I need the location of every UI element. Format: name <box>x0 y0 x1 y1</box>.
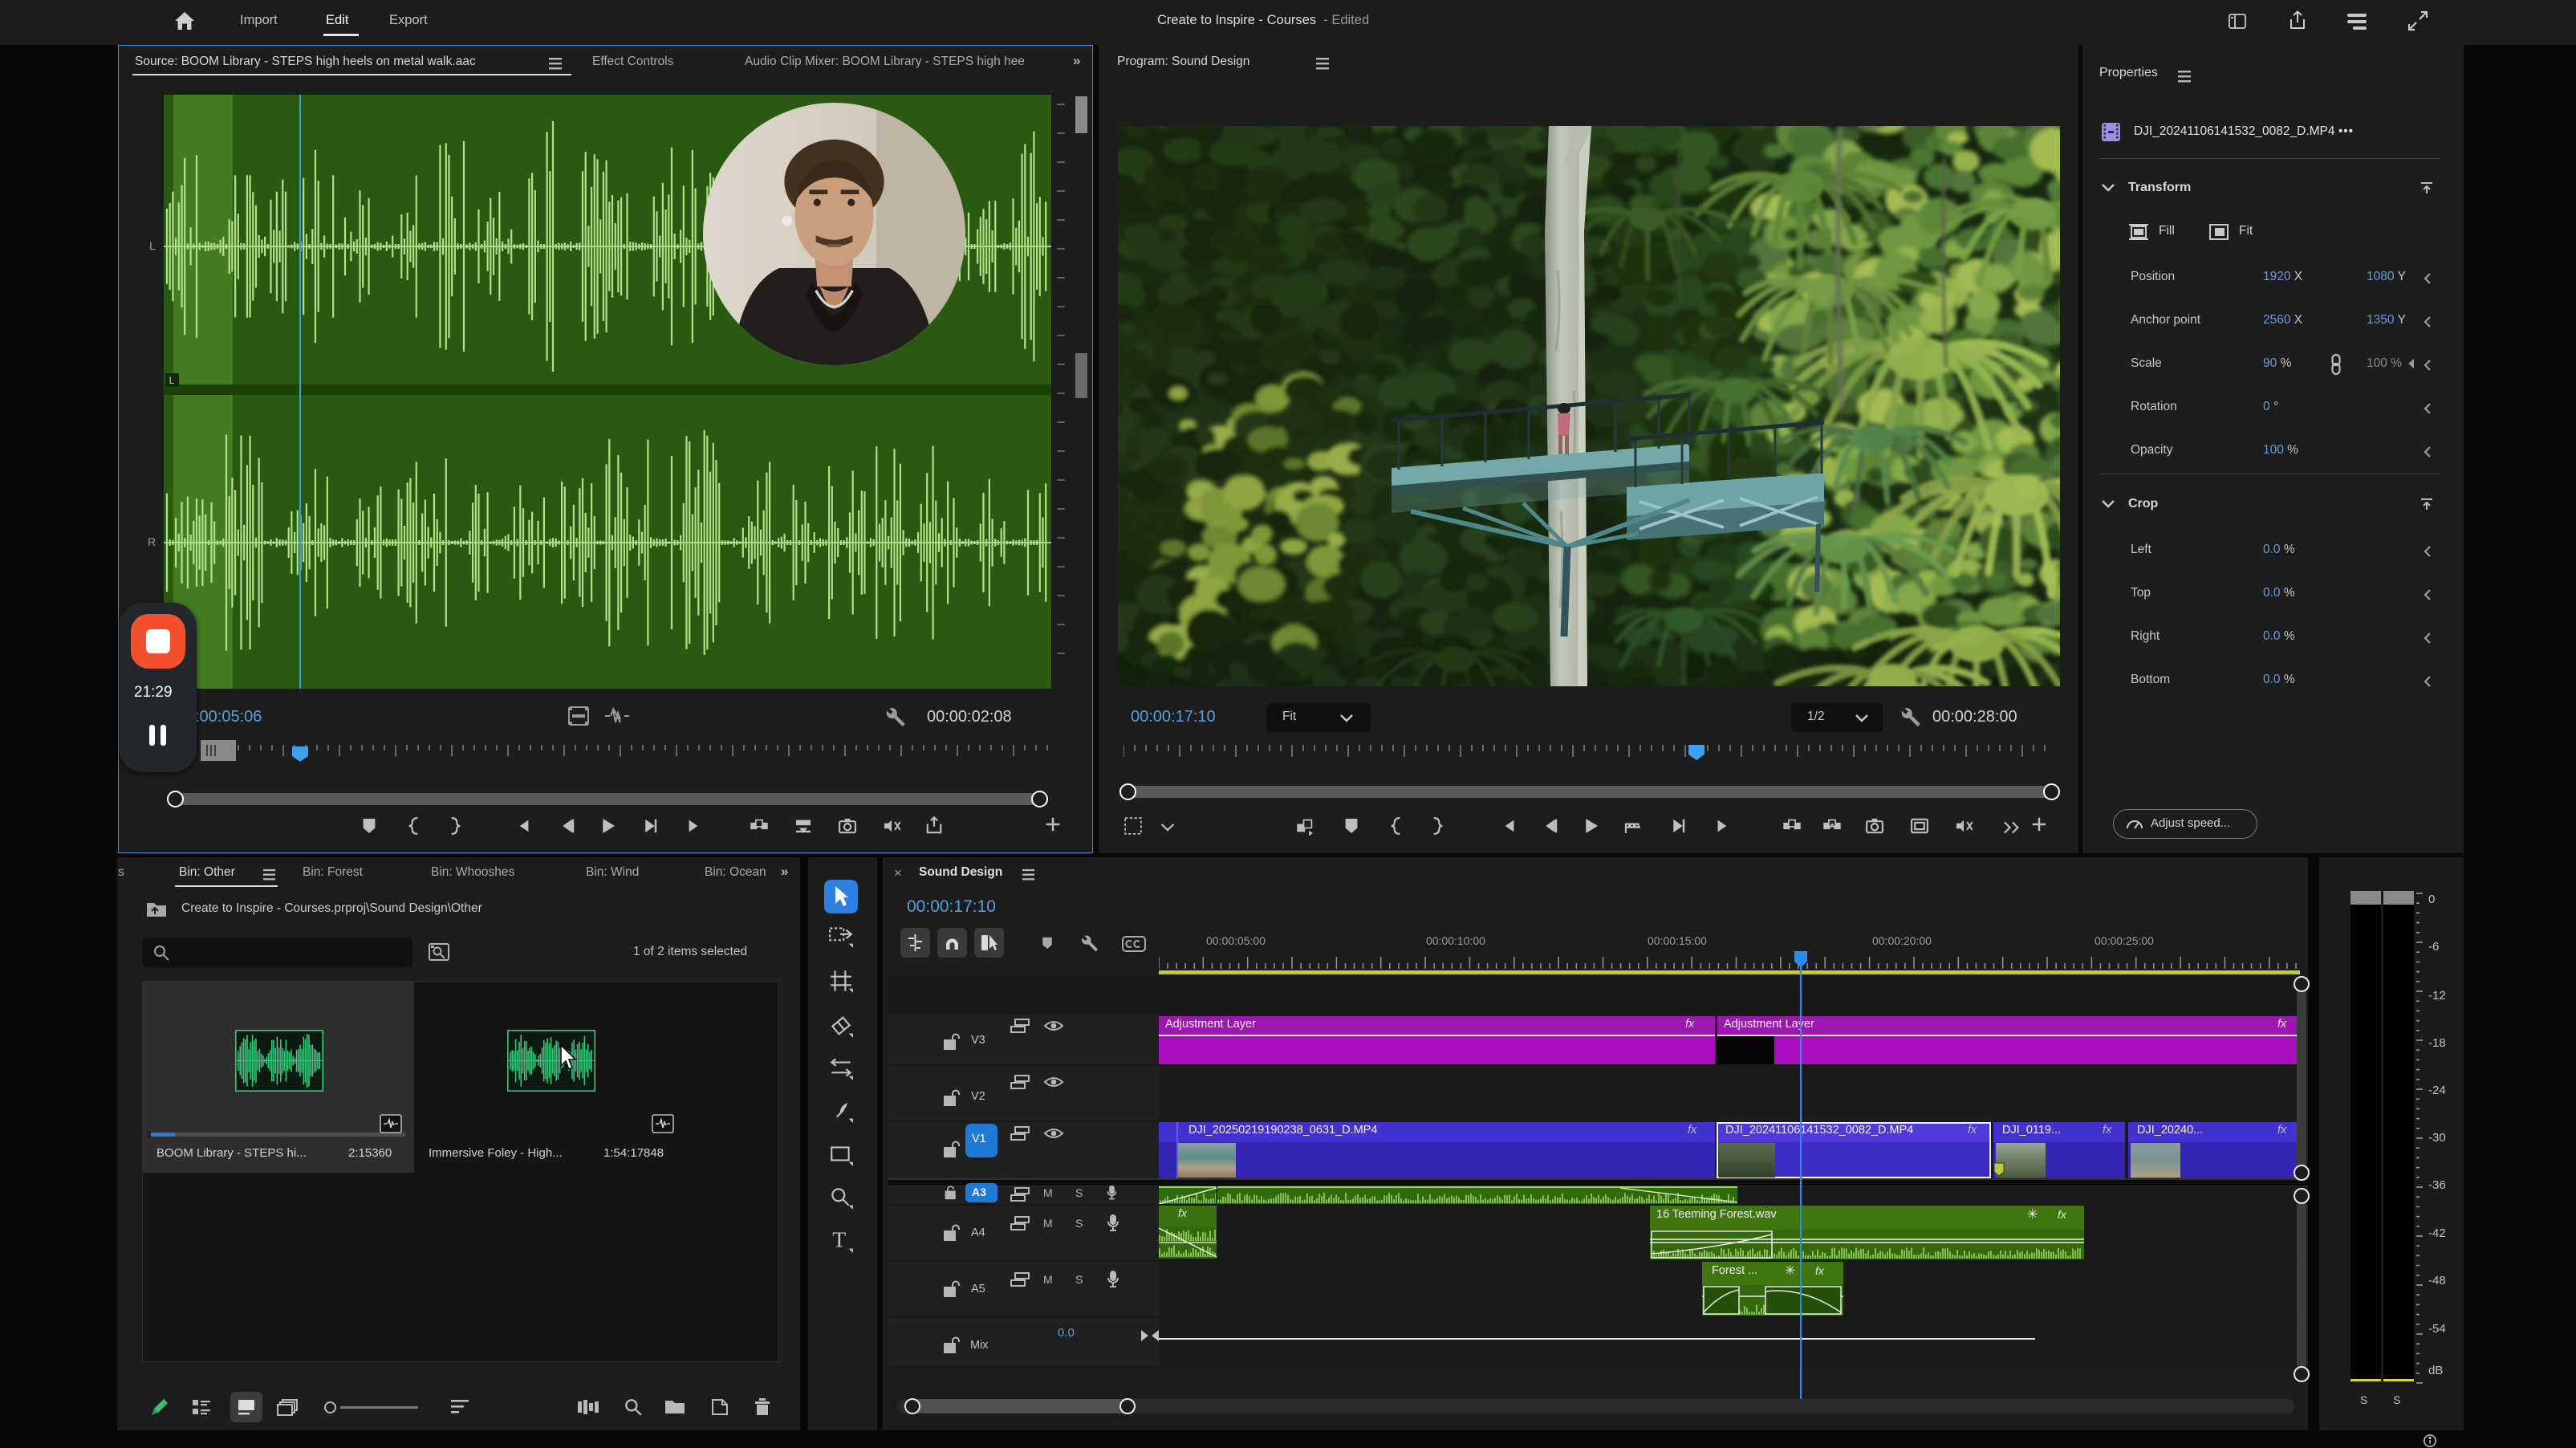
svg-text:T: T <box>832 1228 846 1251</box>
svg-text:L: L <box>169 375 175 386</box>
